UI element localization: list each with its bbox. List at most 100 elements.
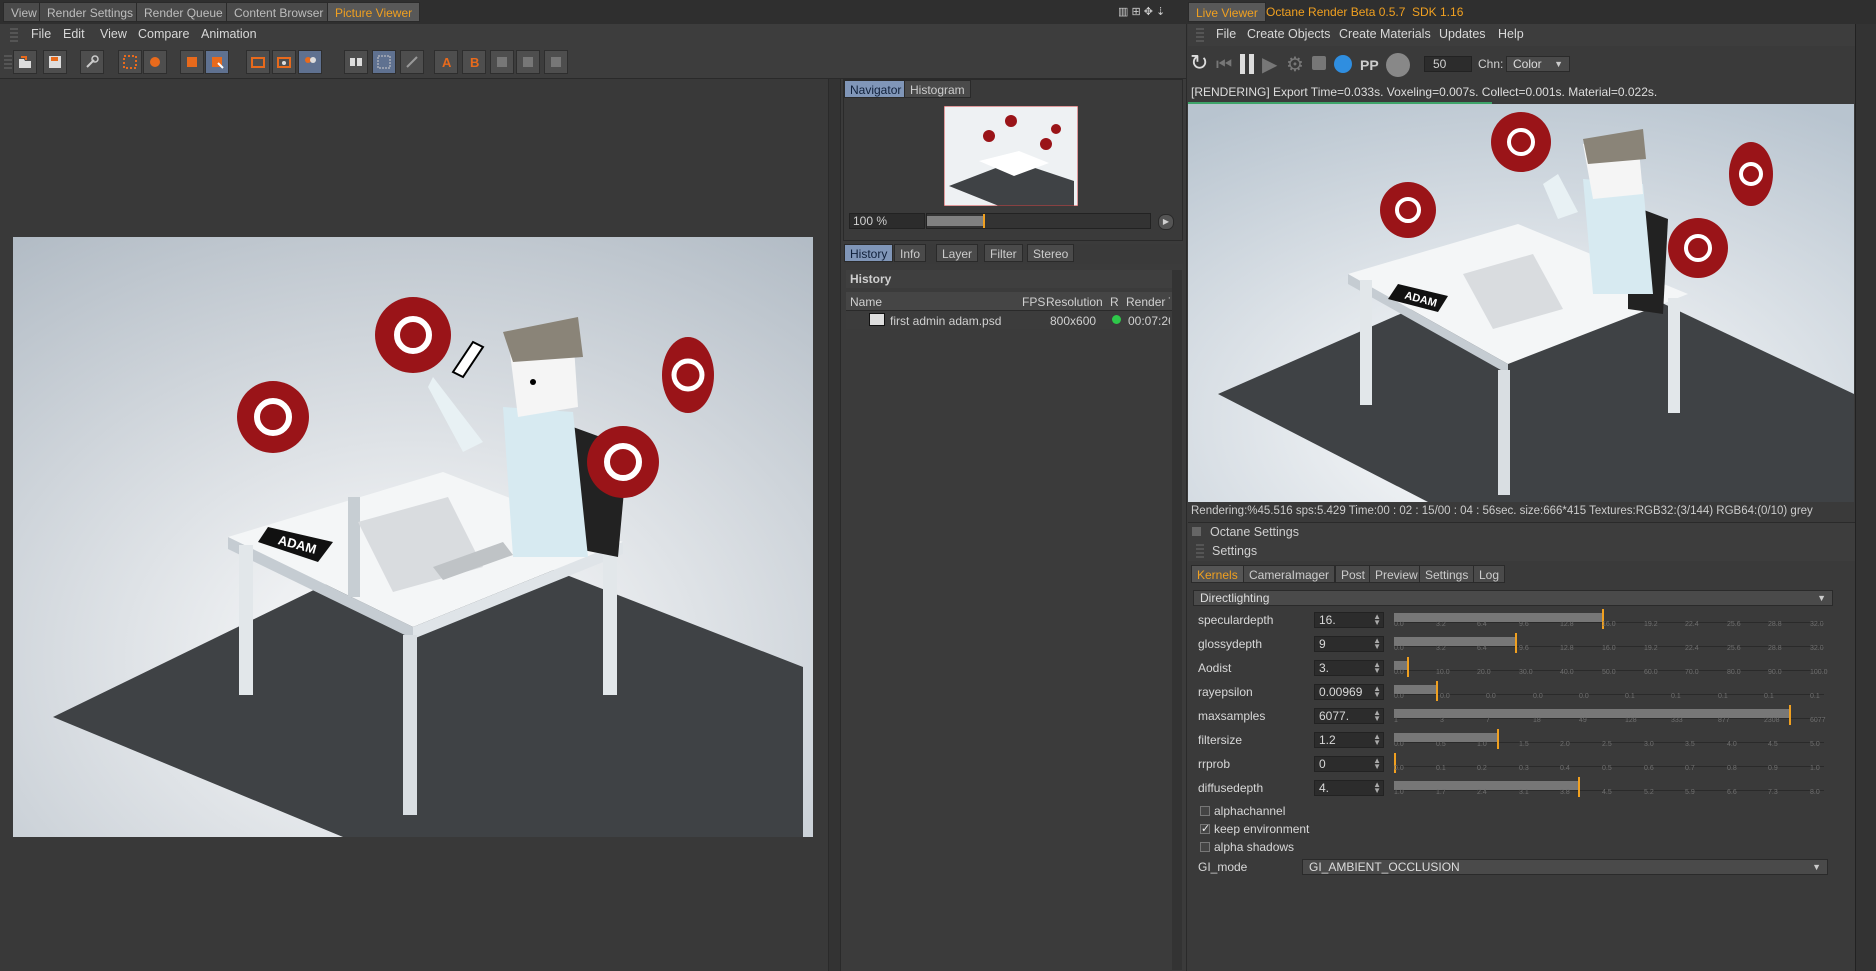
alphachannel-checkbox[interactable] — [1200, 806, 1210, 816]
lv-grip[interactable] — [1196, 28, 1204, 42]
tab-post[interactable]: Post — [1335, 565, 1372, 583]
channel-3-button[interactable] — [544, 50, 568, 74]
diffusedepth-field[interactable]: 4. ▲ ▼ — [1314, 780, 1384, 796]
menu-animation[interactable]: Animation — [201, 27, 257, 41]
tab-live-viewer[interactable]: Live Viewer — [1188, 2, 1266, 22]
spinner-icon[interactable]: ▲ ▼ — [1373, 613, 1381, 627]
tab-navigator[interactable]: Navigator — [844, 80, 908, 98]
col-r[interactable]: R — [1110, 295, 1119, 309]
maxsamples-slider[interactable]: 1 3 7 18 49 128 333 877 2308 6077 — [1394, 705, 1826, 727]
spinner-icon[interactable]: ▲ ▼ — [1373, 685, 1381, 699]
play-icon[interactable]: ▶ — [1158, 214, 1174, 230]
lock-icon[interactable] — [1312, 56, 1326, 70]
tab-layer[interactable]: Layer — [936, 244, 979, 262]
tab-render-settings[interactable]: Render Settings — [39, 2, 142, 22]
spinner-icon[interactable]: ▲ ▼ — [1373, 757, 1381, 771]
tab-render-queue[interactable]: Render Queue — [136, 2, 231, 22]
set-b-button[interactable]: B — [462, 50, 486, 74]
zoom-slider[interactable] — [926, 213, 1151, 229]
aodist-field[interactable]: 3. ▲ ▼ — [1314, 660, 1384, 676]
settings-button[interactable] — [80, 50, 104, 74]
refresh-icon[interactable]: ↻ — [1190, 50, 1208, 76]
lv-menu-create-materials[interactable]: Create Materials — [1339, 27, 1431, 41]
cursor-pick-icon[interactable] — [1386, 53, 1410, 77]
lv-menu-create-objects[interactable]: Create Objects — [1247, 27, 1330, 41]
history-scrollbar[interactable] — [1172, 270, 1182, 970]
filtersize-slider[interactable]: 0.0 0.5 1.0 1.5 2.0 2.5 3.0 3.5 4.0 4.5 5.0 — [1394, 729, 1824, 751]
samples-field[interactable]: 50 — [1424, 56, 1472, 72]
menu-view[interactable]: View — [100, 27, 127, 41]
right-dock-strip[interactable] — [1855, 24, 1876, 971]
save-file-button[interactable] — [43, 50, 67, 74]
col-name[interactable]: Name — [850, 295, 882, 309]
spinner-icon[interactable]: ▲ ▼ — [1373, 637, 1381, 651]
pp-icon[interactable]: PP — [1360, 57, 1379, 73]
tab-filter[interactable]: Filter — [984, 244, 1023, 262]
tab-history[interactable]: History — [844, 244, 894, 262]
diffusedepth-slider[interactable]: 1.0 1.7 2.4 3.1 3.8 4.5 5.2 5.9 6.6 7.3 8.0 — [1394, 777, 1824, 799]
menu-compare[interactable]: Compare — [138, 27, 189, 41]
menu-edit[interactable]: Edit — [63, 27, 85, 41]
zoom-slider-knob[interactable] — [983, 214, 985, 228]
rayepsilon-field[interactable]: 0.00969 ▲ ▼ — [1314, 684, 1384, 700]
spinner-icon[interactable]: ▲ ▼ — [1373, 661, 1381, 675]
compare-button[interactable] — [344, 50, 368, 74]
tab-settings[interactable]: Settings — [1419, 565, 1475, 583]
lv-menu-updates[interactable]: Updates — [1439, 27, 1486, 41]
window-layout-icons[interactable]: ▥ ⊞ ✥ ⇣ — [1118, 5, 1186, 19]
view-c-button[interactable] — [298, 50, 322, 74]
tab-cameraimager[interactable]: CameraImager — [1243, 565, 1336, 583]
render-view-button[interactable] — [143, 50, 167, 74]
set-a-button[interactable]: A — [434, 50, 458, 74]
lv-menu-help[interactable]: Help — [1498, 27, 1524, 41]
gear-icon[interactable]: ⚙ — [1286, 52, 1304, 77]
tab-preview[interactable]: Preview — [1369, 565, 1424, 583]
maxsamples-field[interactable]: 6077. ▲ ▼ — [1314, 708, 1384, 724]
channel-2-button[interactable] — [516, 50, 540, 74]
open-file-button[interactable] — [13, 50, 37, 74]
render-active-button[interactable] — [205, 50, 229, 74]
rayepsilon-slider[interactable]: 0.0 0.0 0.0 0.0 0.0 0.1 0.1 0.1 0.1 0.1 — [1394, 681, 1824, 703]
channel-dropdown[interactable]: Color ▼ — [1506, 56, 1570, 72]
speculardepth-slider[interactable]: 0.0 3.2 6.4 9.6 12.8 16.0 19.2 22.4 25.6 28.8 32.0 — [1394, 609, 1824, 631]
history-row[interactable]: first admin adam.psd 800x600 00:07:26 — [846, 311, 1172, 329]
play-render-icon[interactable]: ▶ — [1262, 52, 1277, 77]
speculardepth-field[interactable]: 16. ▲ ▼ — [1314, 612, 1384, 628]
difference-button[interactable] — [400, 50, 424, 74]
spinner-icon[interactable]: ▲ ▼ — [1373, 781, 1381, 795]
keep-environment-checkbox[interactable]: ✓ — [1200, 824, 1210, 835]
stop-render-button[interactable] — [180, 50, 204, 74]
view-a-button[interactable] — [246, 50, 270, 74]
menu-file[interactable]: File — [31, 27, 51, 41]
zoom-field[interactable]: 100 % — [849, 213, 925, 229]
col-fps[interactable]: FPS — [1022, 295, 1045, 309]
aodist-slider[interactable]: 0.0 10.0 20.0 30.0 40.0 50.0 60.0 70.0 80.0 90.0 1… — [1394, 657, 1828, 679]
col-render-time[interactable]: Render T — [1126, 295, 1170, 309]
tab-picture-viewer[interactable]: Picture Viewer — [327, 2, 421, 22]
alpha-shadows-checkbox[interactable] — [1200, 842, 1210, 852]
kernel-dropdown[interactable]: Directlighting ▼ — [1193, 590, 1833, 606]
settings-grip[interactable] — [1196, 544, 1204, 558]
tab-info[interactable]: Info — [894, 244, 927, 262]
toolbar-grip[interactable] — [4, 55, 12, 69]
split-view-button[interactable] — [372, 50, 396, 74]
tab-content-browser[interactable]: Content Browser — [226, 2, 332, 22]
rrprob-field[interactable]: 0 ▲ ▼ — [1314, 756, 1384, 772]
tab-stereo[interactable]: Stereo — [1027, 244, 1075, 262]
lv-menu-file[interactable]: File — [1216, 27, 1236, 41]
skip-back-icon[interactable]: ⏮ — [1216, 54, 1232, 75]
region-render-button[interactable] — [118, 50, 142, 74]
spinner-icon[interactable]: ▲ ▼ — [1373, 733, 1381, 747]
tab-histogram[interactable]: Histogram — [904, 80, 971, 98]
glossydepth-slider[interactable]: 0.0 3.2 6.4 9.6 12.8 16.0 19.2 22.4 25.6 28.8 32.0 — [1394, 633, 1824, 655]
tab-kernels[interactable]: Kernels — [1191, 565, 1244, 583]
tab-log[interactable]: Log — [1473, 565, 1506, 583]
glossydepth-field[interactable]: 9 ▲ ▼ — [1314, 636, 1384, 652]
filtersize-field[interactable]: 1.2 ▲ ▼ — [1314, 732, 1384, 748]
grip-handle[interactable] — [10, 28, 18, 42]
pause-icon[interactable] — [1240, 54, 1256, 74]
gi-mode-dropdown[interactable]: GI_AMBIENT_OCCLUSION ▼ — [1302, 859, 1828, 875]
spinner-icon[interactable]: ▲ ▼ — [1373, 709, 1381, 723]
channel-1-button[interactable] — [490, 50, 514, 74]
col-resolution[interactable]: Resolution — [1046, 295, 1103, 309]
